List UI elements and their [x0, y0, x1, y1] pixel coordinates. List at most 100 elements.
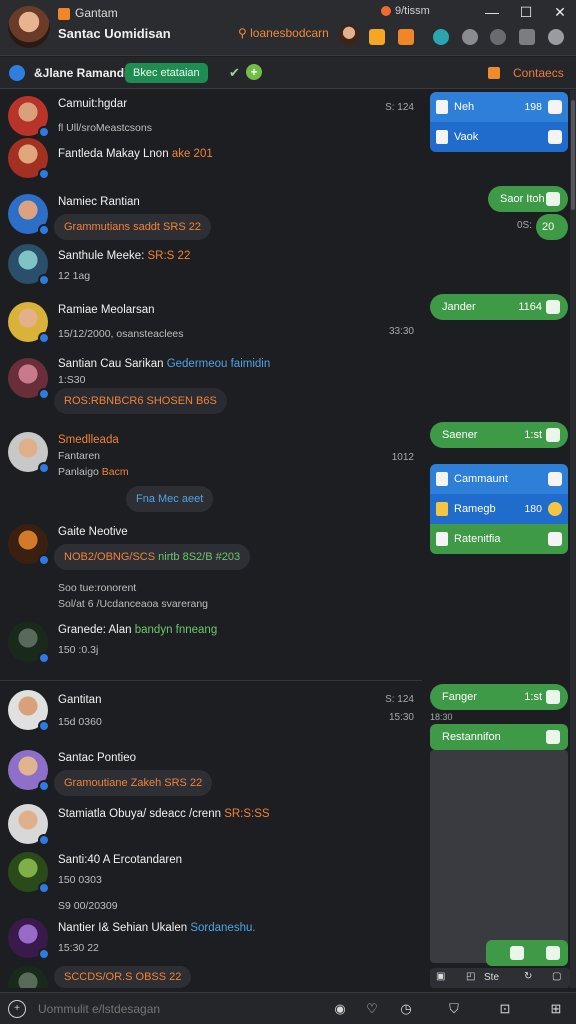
chat-preview: 15/12/2000, osansteaclees: [58, 328, 184, 340]
clock-icon[interactable]: ◷: [398, 1001, 414, 1017]
avatar: [8, 852, 50, 894]
info-card[interactable]: Cammaunt Ramegb 180 Ratenitfia: [430, 464, 568, 554]
scrollbar[interactable]: [570, 90, 576, 988]
edit-icon[interactable]: [546, 946, 560, 960]
toggle-icon[interactable]: [548, 472, 562, 486]
edit-icon[interactable]: [546, 690, 560, 704]
toggle-icon[interactable]: [548, 532, 562, 546]
avatar: [8, 804, 50, 846]
chat-preview-2: Sol/at 6 /Ucdanceaoa svarerang: [58, 598, 209, 610]
edit-icon[interactable]: [546, 300, 560, 314]
expand-icon[interactable]: ▢: [552, 971, 561, 982]
toggle-icon[interactable]: [548, 100, 562, 114]
message-bubble[interactable]: NOB2/OBNG/SCS nirtb 8S2/B #203: [54, 544, 251, 570]
separator-text: 18:30: [430, 712, 453, 722]
avatar: [8, 244, 50, 286]
gamepad-icon[interactable]: [519, 29, 535, 45]
avatar: [8, 966, 48, 988]
attach-button[interactable]: +: [8, 1000, 26, 1018]
app-tag: 9/tissm: [395, 5, 430, 17]
avatar: [8, 96, 50, 138]
chat-list[interactable]: Camuit:hgdar fl Ull/sroMeastcsons S: 124…: [0, 90, 422, 988]
app-name: Gantam: [75, 6, 118, 20]
avatar: [8, 358, 50, 400]
scroll-thumb[interactable]: [571, 100, 575, 210]
status-pill[interactable]: Bkec etataian: [125, 63, 208, 83]
message-bubble[interactable]: ROS:RBNBCR6 SHOSEN B6S: [54, 388, 227, 414]
status-pill[interactable]: Restannifon: [430, 724, 568, 750]
message-composer: + ◉ ♡ ◷ ⛉ ⊡ ⊞: [0, 992, 576, 1024]
heart-icon[interactable]: ♡: [364, 1001, 380, 1017]
notification-icon[interactable]: [369, 29, 385, 45]
chat-name: Santac Pontieo: [58, 752, 137, 764]
close-button[interactable]: ✕: [550, 4, 570, 20]
emoji-icon[interactable]: [548, 502, 562, 516]
message-bubble[interactable]: Fna Mec aeet: [126, 486, 214, 512]
toolbar-label: Ste: [484, 972, 500, 983]
chat-preview: 150 :0.3j: [58, 644, 99, 656]
avatar: [8, 690, 50, 732]
message-bubble[interactable]: Grammutians saddt SRS 22: [54, 214, 211, 240]
message-input[interactable]: [38, 1002, 318, 1016]
status-pill[interactable]: Saor Itoh: [488, 186, 568, 212]
chat-name: Fantleda Makay Lnon ake 201: [58, 148, 213, 160]
status-pill[interactable]: Fanger 1:st: [430, 684, 568, 710]
attach-icon[interactable]: ▣: [436, 971, 445, 982]
send-icon[interactable]: ⊞: [548, 1001, 564, 1017]
avatar: [8, 524, 50, 566]
chat-preview-2: Panlaigo Bacm: [58, 466, 129, 478]
eye-icon[interactable]: ◉: [332, 1001, 348, 1017]
bookmark-icon[interactable]: ⊡: [497, 1001, 513, 1017]
message-bubble[interactable]: Gramoutiane Zakeh SRS 22: [54, 770, 213, 796]
chat-name: Nantier I& Sehian Ukalen Sordaneshu.: [58, 922, 256, 934]
card-row[interactable]: Cammaunt: [430, 464, 568, 494]
count-pill[interactable]: 20: [536, 214, 568, 240]
card-row[interactable]: Vaok: [430, 122, 568, 152]
edit-icon[interactable]: [546, 428, 560, 442]
contacts-link[interactable]: Contaecs: [513, 66, 564, 80]
search-field[interactable]: ⚲ loanesbodcarn: [238, 26, 329, 40]
chat-preview: fl Ull/sroMeastcsons: [58, 122, 152, 134]
edit-icon[interactable]: [546, 730, 560, 744]
chat-name: Santi:40 A Ercotandaren: [58, 854, 183, 866]
image-icon[interactable]: [510, 946, 524, 960]
contacts-icon: [488, 67, 500, 79]
chat-preview: 15:30 22: [58, 942, 99, 954]
message-bubble[interactable]: SCCDS/OR.S OBSS 22: [54, 966, 192, 988]
share-icon[interactable]: [490, 29, 506, 45]
add-button[interactable]: +: [246, 64, 262, 80]
chat-preview: 12 1ag: [58, 270, 91, 282]
card-row[interactable]: Ramegb 180: [430, 494, 568, 524]
minimize-button[interactable]: —: [482, 4, 502, 20]
edit-icon[interactable]: [546, 192, 560, 206]
doc-icon: [436, 472, 448, 486]
maximize-button[interactable]: ☐: [516, 4, 536, 20]
refresh-icon[interactable]: ↻: [524, 971, 532, 982]
chat-name: Granede: Alan bandyn fnneang: [58, 624, 218, 636]
chat-preview: 150 0303: [58, 874, 102, 886]
globe-icon[interactable]: [433, 29, 449, 45]
doc-icon: [436, 100, 448, 114]
status-pill[interactable]: Saener 1:st: [430, 422, 568, 448]
action-pill[interactable]: [486, 940, 568, 966]
card-row[interactable]: Ratenitfia: [430, 524, 568, 554]
chat-preview: Fantaren: [58, 450, 101, 462]
camera-icon[interactable]: ◰: [466, 971, 475, 982]
info-card[interactable]: Neh 198 Vaok: [430, 92, 568, 152]
chat-title: Santac Uomidisan: [58, 26, 171, 41]
toggle-icon[interactable]: [548, 130, 562, 144]
chat-name: Stamiatla Obuya/ sdeacc /crenn SR:S:SS: [58, 808, 270, 820]
settings-icon[interactable]: [548, 29, 564, 45]
doc-icon: [436, 130, 448, 144]
avatar: [8, 918, 50, 960]
title-bar: Gantam Santac Uomidisan ⚲ loanesbodcarn …: [0, 0, 576, 56]
profile-avatar[interactable]: [8, 6, 50, 48]
user-avatar[interactable]: [338, 24, 360, 46]
status-pill[interactable]: Jander 1164: [430, 294, 568, 320]
doc-icon: [436, 532, 448, 546]
doc-icon: [436, 502, 448, 516]
folder-icon[interactable]: [398, 29, 414, 45]
card-row[interactable]: Neh 198: [430, 92, 568, 122]
info-icon[interactable]: [462, 29, 478, 45]
shield-icon[interactable]: ⛉: [446, 1001, 462, 1017]
